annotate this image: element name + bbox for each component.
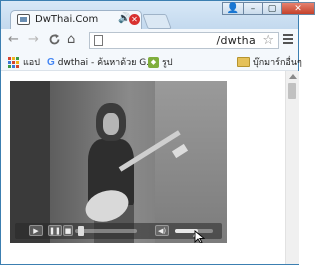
url-text[interactable]: /dwtha xyxy=(216,34,256,47)
reload-icon-svg xyxy=(49,34,60,45)
scroll-thumb[interactable] xyxy=(288,83,296,99)
minimize-button[interactable]: – xyxy=(243,2,263,15)
tab-close-icon[interactable]: ✕ xyxy=(129,14,140,25)
folder-icon xyxy=(237,57,250,67)
video-player[interactable]: ▶ ❚❚ ■ ◀) ▲ xyxy=(10,81,227,243)
video-frame-wall xyxy=(155,81,227,243)
close-button[interactable]: ✕ xyxy=(281,2,315,15)
apps-grid-icon xyxy=(8,56,19,68)
video-frame-shadow xyxy=(10,81,50,243)
maximize-button[interactable]: ▢ xyxy=(262,2,282,15)
volume-icon[interactable]: ◀) xyxy=(155,225,169,236)
window-controls: 👤 – ▢ ✕ xyxy=(222,2,315,16)
bookmarks-bar: แอป G dwthai - ค้นหาด้วย G... ◆ รูป บุ๊ก… xyxy=(1,53,302,71)
page-content: ▶ ❚❚ ■ ◀) ▲ xyxy=(1,71,299,264)
other-bookmarks[interactable]: บุ๊กมาร์กอื่นๆ xyxy=(237,55,302,69)
browser-window: DwThai.Com 🔊 ✕ 👤 – ▢ ✕ ← → ⌂ /dwtha ☆ แอ… xyxy=(0,0,315,265)
bookmark-apps[interactable]: แอป xyxy=(8,55,40,69)
bookmark-pictures[interactable]: ◆ รูป xyxy=(148,55,173,69)
menu-icon[interactable] xyxy=(283,34,293,46)
seek-bar[interactable] xyxy=(75,226,137,236)
other-bookmarks-label: บุ๊กมาร์กอื่นๆ xyxy=(253,58,302,68)
bookmark-label: dwthai - ค้นหาด้วย G... xyxy=(57,58,155,68)
bookmark-label: รูป xyxy=(162,58,173,68)
new-tab-button[interactable] xyxy=(142,14,172,29)
google-icon: G xyxy=(47,56,55,68)
bookmark-dwthai-search[interactable]: G dwthai - ค้นหาด้วย G... xyxy=(47,55,155,69)
address-bar[interactable]: /dwtha ☆ xyxy=(89,32,279,49)
page-favicon-icon xyxy=(17,14,30,25)
title-bar: DwThai.Com 🔊 ✕ 👤 – ▢ ✕ xyxy=(1,1,315,29)
forward-arrow-icon[interactable]: → xyxy=(28,33,39,47)
stop-button[interactable]: ■ xyxy=(63,225,73,236)
page-icon xyxy=(94,35,103,46)
bookmark-star-icon[interactable]: ☆ xyxy=(262,33,274,48)
mouse-cursor-icon xyxy=(194,230,206,243)
home-icon[interactable]: ⌂ xyxy=(67,33,75,47)
tab-title: DwThai.Com xyxy=(35,14,99,25)
pause-button[interactable]: ❚❚ xyxy=(48,225,62,236)
scroll-up-arrow-icon[interactable] xyxy=(289,74,297,79)
seek-thumb[interactable] xyxy=(78,226,85,236)
picture-icon: ◆ xyxy=(148,56,159,68)
play-button[interactable]: ▶ xyxy=(29,225,43,236)
video-controls: ▶ ❚❚ ■ ◀) ▲ xyxy=(15,223,222,239)
reload-icon[interactable] xyxy=(48,33,61,50)
user-icon[interactable]: 👤 xyxy=(222,2,244,15)
video-figure-face xyxy=(103,113,119,135)
tab-dwthai[interactable]: DwThai.Com 🔊 ✕ xyxy=(10,10,142,29)
browser-toolbar: ← → ⌂ /dwtha ☆ xyxy=(1,29,298,54)
vertical-scrollbar[interactable] xyxy=(285,71,299,264)
bookmark-apps-label: แอป xyxy=(23,58,40,68)
back-arrow-icon[interactable]: ← xyxy=(8,33,19,47)
